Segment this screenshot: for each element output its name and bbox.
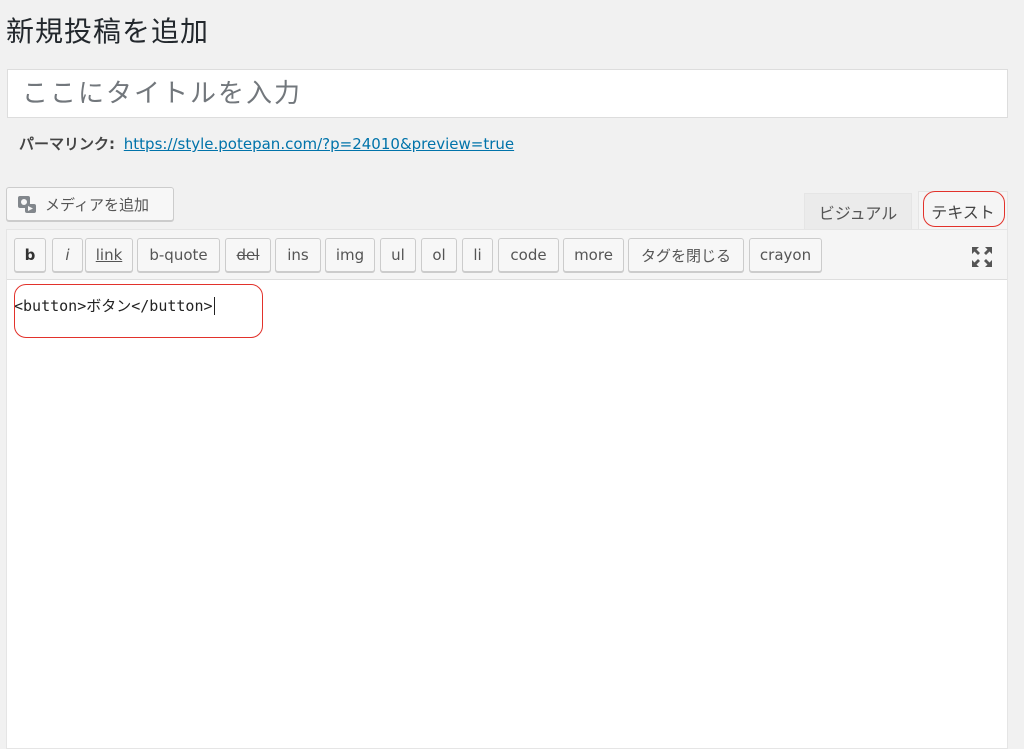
qt-ol-button[interactable]: ol xyxy=(421,238,457,272)
qt-del-button[interactable]: del xyxy=(225,238,271,272)
fullscreen-icon[interactable] xyxy=(969,244,995,270)
qt-img-button[interactable]: img xyxy=(325,238,375,272)
add-media-label: メディアを追加 xyxy=(45,195,149,214)
post-title-input[interactable] xyxy=(8,70,1007,117)
qt-italic-button[interactable]: i xyxy=(52,238,83,272)
post-title-wrapper xyxy=(7,69,1008,118)
permalink-url[interactable]: https://style.potepan.com/?p=24010&previ… xyxy=(124,135,514,153)
qt-close-tags-button[interactable]: タグを閉じる xyxy=(628,238,744,272)
qt-ul-button[interactable]: ul xyxy=(380,238,416,272)
quicktags-toolbar: b i link b-quote del ins img ul ol li co… xyxy=(7,230,1007,280)
qt-link-button[interactable]: link xyxy=(85,238,133,272)
qt-bquote-button[interactable]: b-quote xyxy=(137,238,220,272)
qt-ins-button[interactable]: ins xyxy=(275,238,321,272)
qt-bold-button[interactable]: b xyxy=(14,238,46,272)
editor-textarea[interactable]: <button>ボタン</button> xyxy=(14,295,215,316)
tab-text[interactable]: テキスト xyxy=(918,191,1008,230)
editor-content: <button>ボタン</button> xyxy=(14,297,213,315)
text-caret xyxy=(213,297,215,315)
permalink-label: パーマリンク: xyxy=(19,135,115,153)
permalink: パーマリンク: https://style.potepan.com/?p=240… xyxy=(19,133,514,154)
qt-li-button[interactable]: li xyxy=(462,238,493,272)
add-media-button[interactable]: メディアを追加 xyxy=(6,187,174,221)
page-title: 新規投稿を追加 xyxy=(6,15,210,48)
qt-more-button[interactable]: more xyxy=(563,238,624,272)
media-add-icon xyxy=(16,193,38,215)
qt-crayon-button[interactable]: crayon xyxy=(749,238,822,272)
tab-visual[interactable]: ビジュアル xyxy=(804,193,912,229)
qt-code-button[interactable]: code xyxy=(498,238,559,272)
